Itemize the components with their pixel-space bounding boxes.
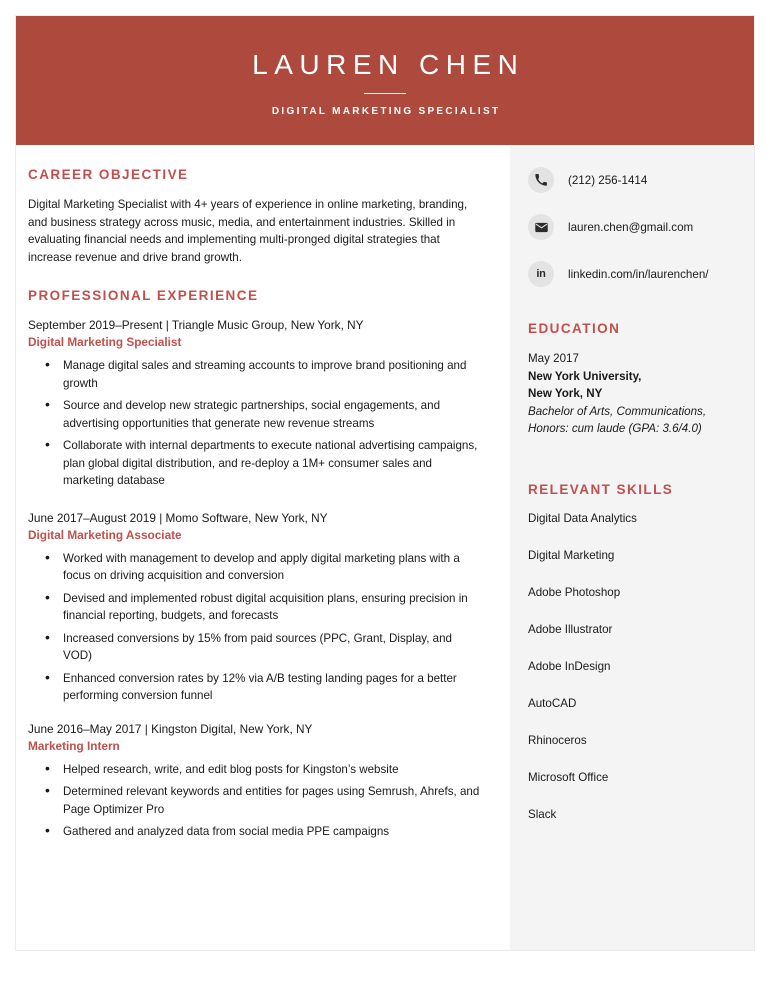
education-school-line1: New York University, xyxy=(528,369,642,383)
list-item: Adobe InDesign xyxy=(528,659,611,673)
email-icon xyxy=(528,214,554,240)
list-item: Rhinoceros xyxy=(528,733,587,747)
experience-bullets: Worked with management to develop and ap… xyxy=(28,549,484,705)
experience-entry: September 2019–Present | Triangle Music … xyxy=(28,317,484,490)
resume-body: CAREER OBJECTIVE Digital Marketing Speci… xyxy=(16,145,754,950)
experience-entry: June 2017–August 2019 | Momo Software, N… xyxy=(28,510,484,705)
main-column: CAREER OBJECTIVE Digital Marketing Speci… xyxy=(16,145,510,950)
phone-icon xyxy=(528,167,554,193)
list-item: Devised and implemented robust digital a… xyxy=(28,589,484,625)
resume-header: LAUREN CHEN DIGITAL MARKETING SPECIALIST xyxy=(16,16,754,145)
list-item: Helped research, write, and edit blog po… xyxy=(28,760,484,779)
list-item: Increased conversions by 15% from paid s… xyxy=(28,629,484,665)
linkedin-icon: in xyxy=(528,261,554,287)
section-heading-objective: CAREER OBJECTIVE xyxy=(28,167,189,182)
header-divider xyxy=(364,93,406,95)
list-item: Adobe Photoshop xyxy=(528,585,621,599)
contact-phone-value: (212) 256-1414 xyxy=(568,173,648,187)
experience-meta: June 2016–May 2017 | Kingston Digital, N… xyxy=(28,721,313,736)
education-date: May 2017 xyxy=(528,352,579,365)
resume-page: LAUREN CHEN DIGITAL MARKETING SPECIALIST… xyxy=(16,16,754,950)
contact-list: (212) 256-1414 lauren.chen@gmail.com in xyxy=(528,167,736,287)
list-item: AutoCAD xyxy=(528,696,577,710)
experience-role: Digital Marketing Specialist xyxy=(28,335,182,349)
contact-phone[interactable]: (212) 256-1414 xyxy=(528,167,736,193)
contact-email-value: lauren.chen@gmail.com xyxy=(568,220,694,234)
list-item: Enhanced conversion rates by 12% via A/B… xyxy=(28,669,484,705)
list-item: Microsoft Office xyxy=(528,770,609,784)
experience-bullets: Helped research, write, and edit blog po… xyxy=(28,760,484,841)
list-item: Gathered and analyzed data from social m… xyxy=(28,822,484,841)
contact-linkedin-value: linkedin.com/in/laurenchen/ xyxy=(568,267,709,281)
list-item: Source and develop new strategic partner… xyxy=(28,396,484,432)
contact-email[interactable]: lauren.chen@gmail.com xyxy=(528,214,736,240)
linkedin-glyph: in xyxy=(536,267,546,280)
education-degree: Bachelor of Arts, Communications, xyxy=(528,404,707,418)
education-entry: May 2017 New York University, New York, … xyxy=(528,350,736,438)
skills-list: Digital Data Analytics Digital Marketing… xyxy=(528,511,736,822)
contact-linkedin[interactable]: in linkedin.com/in/laurenchen/ xyxy=(528,261,736,287)
experience-role: Marketing Intern xyxy=(28,738,120,753)
experience-entry: June 2016–May 2017 | Kingston Digital, N… xyxy=(28,721,484,841)
experience-meta: September 2019–Present | Triangle Music … xyxy=(28,318,364,332)
list-item: Determined relevant keywords and entitie… xyxy=(28,782,484,818)
section-heading-education: EDUCATION xyxy=(528,321,621,336)
candidate-headline: DIGITAL MARKETING SPECIALIST xyxy=(271,106,501,118)
education-honors: Honors: cum laude (GPA: 3.6/4.0) xyxy=(528,422,702,435)
education-school-line2: New York, NY xyxy=(528,387,603,400)
experience-bullets: Manage digital sales and streaming accou… xyxy=(28,356,484,490)
sidebar: (212) 256-1414 lauren.chen@gmail.com in xyxy=(510,145,754,950)
list-item: Worked with management to develop and ap… xyxy=(28,549,484,585)
list-item: Slack xyxy=(528,807,557,821)
section-heading-skills: RELEVANT SKILLS xyxy=(528,481,674,497)
experience-role: Digital Marketing Associate xyxy=(28,527,182,542)
candidate-name: LAUREN CHEN xyxy=(252,48,525,80)
section-heading-experience: PROFESSIONAL EXPERIENCE xyxy=(28,288,259,303)
list-item: Digital Marketing xyxy=(528,548,615,562)
career-objective-text: Digital Marketing Specialist with 4+ yea… xyxy=(28,198,468,264)
list-item: Collaborate with internal departments to… xyxy=(28,436,484,490)
experience-meta: June 2017–August 2019 | Momo Software, N… xyxy=(28,510,328,525)
list-item: Manage digital sales and streaming accou… xyxy=(28,356,484,392)
list-item: Digital Data Analytics xyxy=(528,511,637,525)
list-item: Adobe Illustrator xyxy=(528,622,613,636)
